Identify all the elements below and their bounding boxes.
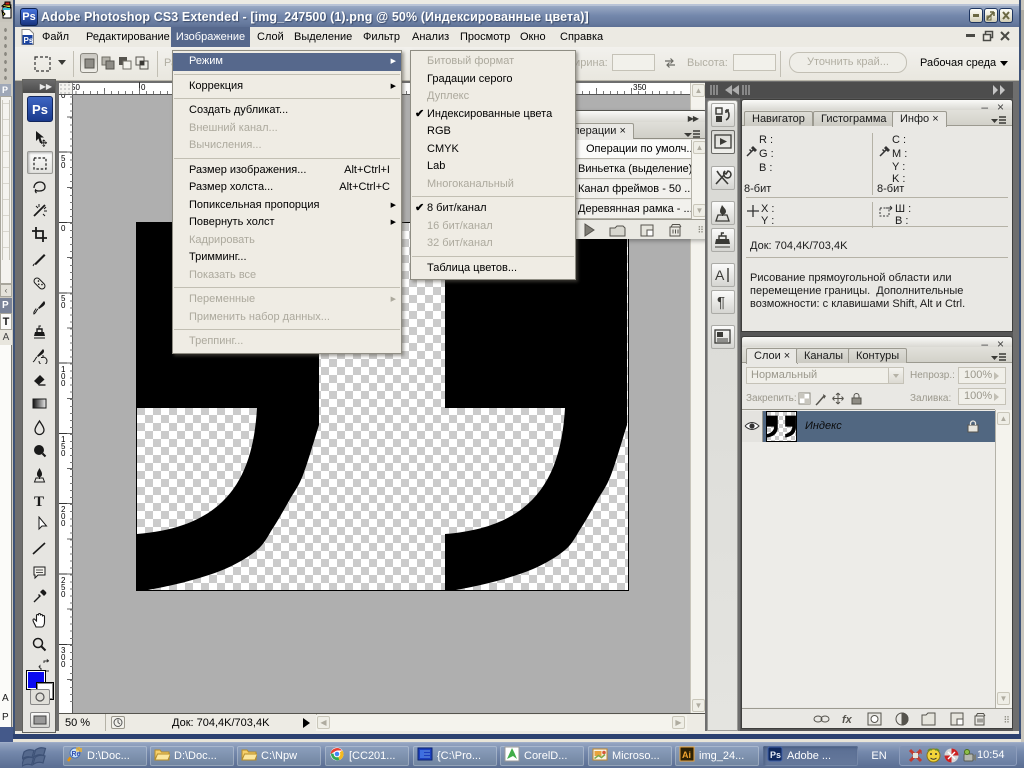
- svg-text:Ai: Ai: [682, 750, 691, 760]
- svg-text:Re: Re: [72, 751, 81, 758]
- svg-text:A: A: [715, 267, 725, 283]
- svg-text:Ps: Ps: [770, 750, 781, 760]
- svg-text:T: T: [34, 494, 44, 509]
- svg-text:fx: fx: [842, 714, 853, 726]
- svg-text:Ps: Ps: [24, 36, 34, 45]
- svg-text:¶: ¶: [717, 294, 725, 311]
